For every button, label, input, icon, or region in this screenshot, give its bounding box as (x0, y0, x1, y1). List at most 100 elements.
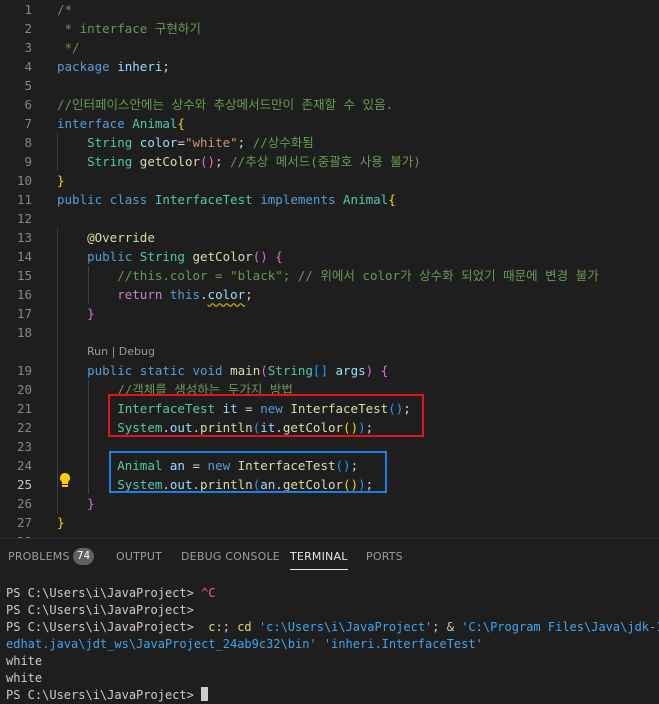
code-token: String (267, 363, 313, 378)
code-line[interactable]: 15 //this.color = "black"; // 위에서 color가… (0, 266, 659, 285)
code-token: ( (260, 363, 268, 378)
code-text: package inheri; (57, 57, 170, 76)
code-line[interactable]: 2 * interface 구현하기 (0, 19, 659, 38)
line-number: 12 (16, 211, 32, 226)
code-line[interactable]: 16 return this.color; (0, 285, 659, 304)
code-text: /* (57, 0, 72, 19)
code-line[interactable]: 12 (0, 209, 659, 228)
code-text: } (57, 304, 95, 323)
line-number: 27 (16, 515, 32, 530)
line-number: 24 (16, 458, 32, 473)
code-token: //인터페이스안에는 상수와 추상메서드만이 존재할 수 있음. (57, 97, 394, 112)
terminal-input: ^C (201, 586, 216, 600)
indent-guide (57, 133, 58, 171)
code-line[interactable]: 1 /* (0, 0, 659, 19)
code-token: void (192, 363, 223, 378)
tab-debug-console[interactable]: DEBUG CONSOLE (181, 550, 280, 563)
code-token: String (139, 249, 185, 264)
lightbulb-icon[interactable] (58, 472, 72, 488)
code-token: { (275, 249, 283, 264)
line-number: 3 (24, 40, 32, 55)
code-token: ; (162, 59, 170, 74)
code-token: implements (260, 192, 336, 207)
code-token: } (57, 515, 65, 530)
code-text: interface Animal{ (57, 114, 185, 133)
code-token: inheri (117, 59, 163, 74)
code-line[interactable]: 26 } (0, 494, 659, 513)
terminal-cmd: ; & (432, 620, 462, 634)
code-text: String getColor(); //추상 메서드(중괄호 사용 불가) (57, 152, 421, 171)
code-token: { (177, 116, 185, 131)
code-line[interactable]: 27} (0, 513, 659, 532)
code-line[interactable]: 8 String color="white"; //상수화됨 (0, 133, 659, 152)
terminal-cursor (201, 687, 209, 701)
code-token: } (87, 306, 95, 321)
terminal-cmd: c: (208, 620, 223, 634)
tab-ports[interactable]: PORTS (366, 550, 403, 563)
code-token: * interface 구현하기 (57, 21, 201, 36)
code-token: color (207, 287, 246, 302)
line-number: 10 (16, 173, 32, 188)
terminal-cmd (252, 620, 259, 634)
code-line[interactable]: 4 package inheri; (0, 57, 659, 76)
line-number: 22 (16, 420, 32, 435)
line-number: 9 (24, 154, 32, 169)
code-token: static (139, 363, 185, 378)
code-line[interactable]: 13 @Override (0, 228, 659, 247)
panel-tabs: PROBLEMS 74 OUTPUT DEBUG CONSOLE TERMINA… (0, 539, 659, 573)
code-text: public class InterfaceTest implements An… (57, 190, 396, 209)
code-token: @Override (87, 230, 155, 245)
code-token: color (139, 135, 178, 150)
code-line[interactable]: 9 String getColor(); //추상 메서드(중괄호 사용 불가) (0, 152, 659, 171)
line-number: 1 (24, 2, 32, 17)
code-token: InterfaceTest (154, 192, 253, 207)
code-token: Animal (343, 192, 389, 207)
code-token: */ (57, 40, 80, 55)
code-line[interactable]: 17 } (0, 304, 659, 323)
code-line[interactable]: 3 */ (0, 38, 659, 57)
line-number: 26 (16, 496, 32, 511)
code-editor[interactable]: 1/* 2 * interface 구현하기 3 */4 package inheri… (0, 0, 659, 538)
terminal-line: PS C:\Users\i\JavaProject> (6, 687, 209, 704)
tab-output[interactable]: OUTPUT (116, 550, 162, 563)
code-text: return this.color; (57, 285, 253, 304)
tab-problems[interactable]: PROBLEMS (8, 550, 70, 563)
line-number: 4 (24, 59, 32, 74)
code-token: //this.color = "black"; // 위에서 color가 상수… (117, 268, 599, 283)
line-number: 14 (16, 249, 32, 264)
code-token: class (109, 192, 148, 207)
code-line[interactable]: 11 public class InterfaceTest implements … (0, 190, 659, 209)
code-line[interactable]: 6 //인터페이스안에는 상수와 추상메서드만이 존재할 수 있음. (0, 95, 659, 114)
line-number: 25 (16, 477, 32, 492)
code-line[interactable]: 18 (0, 323, 659, 342)
code-token: return (117, 287, 163, 302)
code-token: = (177, 135, 185, 150)
code-token: main (230, 363, 261, 378)
code-line[interactable]: 5 (0, 76, 659, 95)
code-token: public (87, 363, 133, 378)
code-line[interactable]: 14 public String getColor() { (0, 247, 659, 266)
code-token: "white" (184, 135, 238, 150)
code-token: interface (57, 116, 125, 131)
code-line[interactable]: 10} (0, 171, 659, 190)
code-text: */ (57, 38, 80, 57)
code-token: ; (237, 135, 253, 150)
code-text: public String getColor() { (57, 247, 283, 266)
line-number: 7 (24, 116, 32, 131)
code-text: } (57, 171, 65, 190)
code-line[interactable]: 7 interface Animal{ (0, 114, 659, 133)
code-token: } (57, 173, 65, 188)
code-token: //추상 메서드(중괄호 사용 불가) (230, 154, 421, 169)
tab-terminal[interactable]: TERMINAL (290, 550, 348, 570)
codelens-run-debug[interactable]: Run | Debug (87, 342, 155, 361)
highlight-box-blue (109, 451, 387, 493)
code-line[interactable]: 19 public static void main(String[] args… (0, 361, 659, 380)
